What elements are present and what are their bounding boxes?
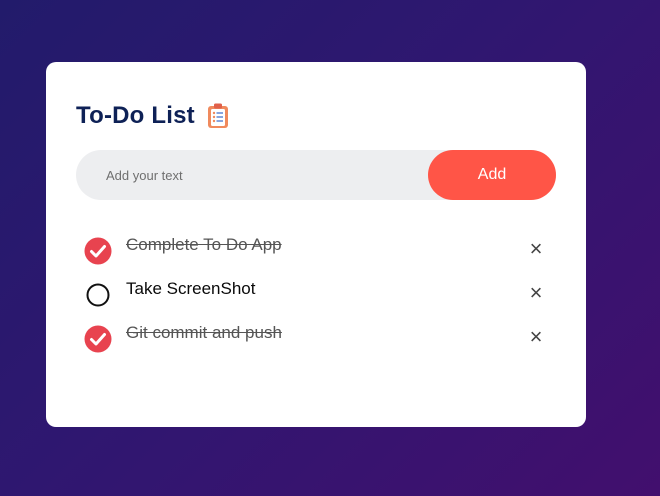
list-item[interactable]: Complete To Do App × — [76, 228, 556, 272]
checked-circle-icon[interactable] — [84, 325, 112, 353]
todo-card: To-Do List Add your text Add Complete To… — [46, 62, 586, 427]
title-row: To-Do List — [76, 102, 229, 130]
task-input[interactable] — [76, 150, 416, 200]
list-item[interactable]: Take ScreenShot × — [76, 272, 556, 316]
checked-circle-icon[interactable] — [84, 237, 112, 265]
page-title: To-Do List — [76, 102, 195, 129]
add-task-row: Add — [76, 150, 556, 200]
unchecked-circle-icon[interactable] — [84, 281, 112, 309]
close-icon[interactable]: × — [526, 282, 546, 304]
task-text: Complete To Do App — [126, 235, 282, 254]
close-icon[interactable]: × — [526, 238, 546, 260]
clipboard-icon — [207, 103, 229, 129]
close-icon[interactable]: × — [526, 326, 546, 348]
todo-list: Complete To Do App × Take ScreenShot × G… — [76, 228, 556, 360]
add-button[interactable]: Add — [428, 150, 556, 200]
list-item[interactable]: Git commit and push × — [76, 316, 556, 360]
task-text: Git commit and push — [126, 323, 282, 342]
task-text: Take ScreenShot — [126, 279, 256, 298]
